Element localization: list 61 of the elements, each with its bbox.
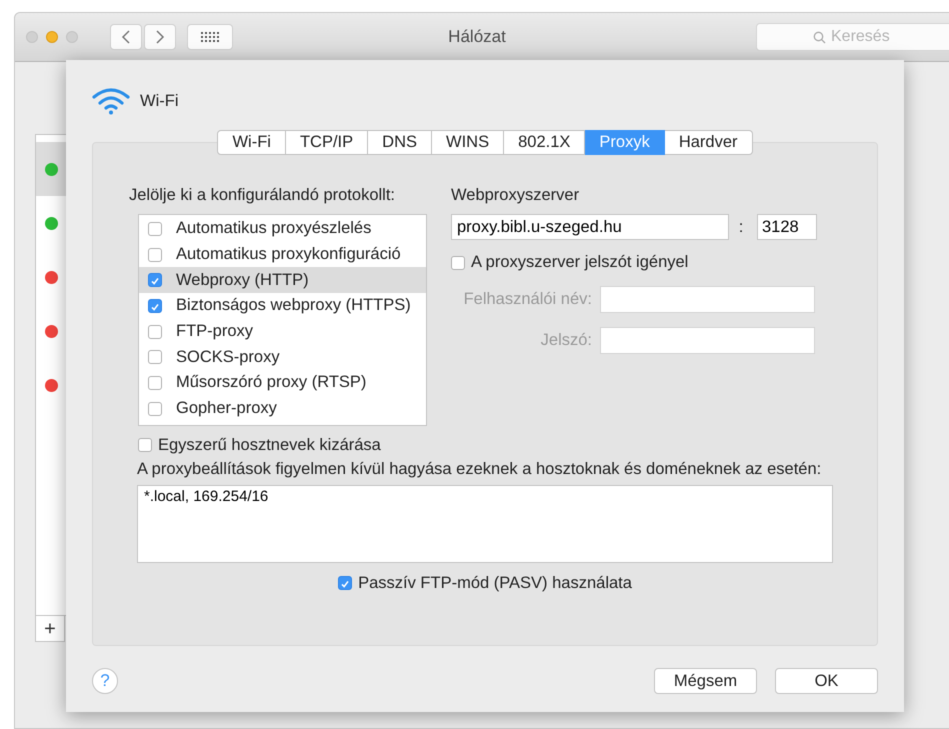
protocol-row[interactable]: FTP-proxy: [139, 318, 426, 344]
protocol-name: Biztonságos webproxy (HTTPS): [176, 296, 411, 316]
tab[interactable]: 802.1X: [504, 130, 586, 155]
zoom-icon[interactable]: [66, 31, 78, 43]
tab[interactable]: DNS: [368, 130, 432, 155]
checkbox-label: Passzív FTP-mód (PASV) használata: [358, 574, 632, 592]
bypass-label: A proxybeállítások figyelmen kívül hagyása ezeknek a hosztoknak és doméneknek az esetén:: [137, 458, 822, 480]
server-label: Webproxyszerver: [451, 186, 580, 205]
protocol-name: FTP-proxy: [176, 322, 254, 342]
checkbox[interactable]: [148, 248, 162, 262]
protocol-row[interactable]: SOCKS-proxy: [139, 344, 426, 370]
chevron-left-icon: [121, 29, 131, 45]
protocol-name: Webproxy (HTTP): [176, 270, 309, 290]
checkbox[interactable]: [338, 576, 352, 590]
bypass-field[interactable]: *.local, 169.254/16: [137, 484, 833, 562]
protocol-row[interactable]: Műsorszóró proxy (RTSP): [139, 370, 426, 396]
grid-icon: [200, 31, 220, 43]
dialog-button[interactable]: Mégsem: [654, 668, 757, 694]
field-label: Jelszó:: [540, 331, 592, 350]
protocol-name: SOCKS-proxy: [176, 348, 280, 367]
host-field[interactable]: proxy.bibl.u-szeged.hu: [451, 214, 729, 240]
checkbox[interactable]: [148, 324, 162, 339]
tab[interactable]: Wi-Fi: [217, 130, 286, 155]
close-icon[interactable]: [26, 31, 38, 43]
protocol-row[interactable]: Automatikus proxykonfiguráció: [139, 242, 426, 268]
checkbox[interactable]: [148, 273, 162, 288]
grid-button[interactable]: [187, 24, 233, 50]
tab[interactable]: TCP/IP: [286, 130, 368, 155]
tab[interactable]: WINS: [432, 130, 504, 155]
dialog-button[interactable]: OK: [775, 668, 878, 694]
interface-name: Wi-Fi: [140, 92, 178, 110]
protocol-name: Automatikus proxykonfiguráció: [176, 245, 401, 264]
protocol-row[interactable]: Webproxy (HTTP): [139, 267, 426, 294]
chevron-right-icon: [155, 29, 165, 45]
checkbox[interactable]: [148, 376, 162, 390]
protocol-name: Automatikus proxyészlelés: [176, 219, 372, 238]
search-icon: [813, 30, 826, 44]
protocol-label: Jelölje ki a konfigurálandó protokollt:: [129, 186, 396, 205]
window-title: Hálózat: [448, 27, 506, 47]
protocol-row[interactable]: Automatikus proxyészlelés: [139, 216, 426, 242]
checkbox[interactable]: [451, 256, 465, 270]
add-button[interactable]: +: [35, 616, 65, 642]
checkbox-label: Egyszerű hosztnevek kizárása: [158, 436, 381, 454]
separator: :: [738, 218, 744, 236]
back-button[interactable]: [110, 24, 142, 50]
protocol-name: Műsorszóró proxy (RTSP): [176, 373, 366, 392]
checkbox-label: A proxyszerver jelszót igényel: [471, 253, 688, 272]
forward-button[interactable]: [144, 24, 176, 50]
checkbox[interactable]: [138, 438, 152, 452]
port-field[interactable]: 3128: [757, 214, 817, 240]
wifi-icon: [92, 87, 130, 115]
checkbox[interactable]: [148, 298, 162, 313]
tab[interactable]: Hardver: [664, 130, 753, 155]
checkbox[interactable]: [148, 350, 162, 364]
protocol-row[interactable]: Gopher-proxy: [139, 396, 426, 422]
checkbox[interactable]: [148, 222, 162, 236]
protocol-name: Gopher-proxy: [176, 399, 277, 418]
field-label: Felhasználói név:: [464, 290, 592, 309]
checkbox[interactable]: [148, 402, 162, 416]
minimize-icon[interactable]: [46, 31, 58, 43]
protocol-row[interactable]: Biztonságos webproxy (HTTPS): [139, 293, 426, 319]
